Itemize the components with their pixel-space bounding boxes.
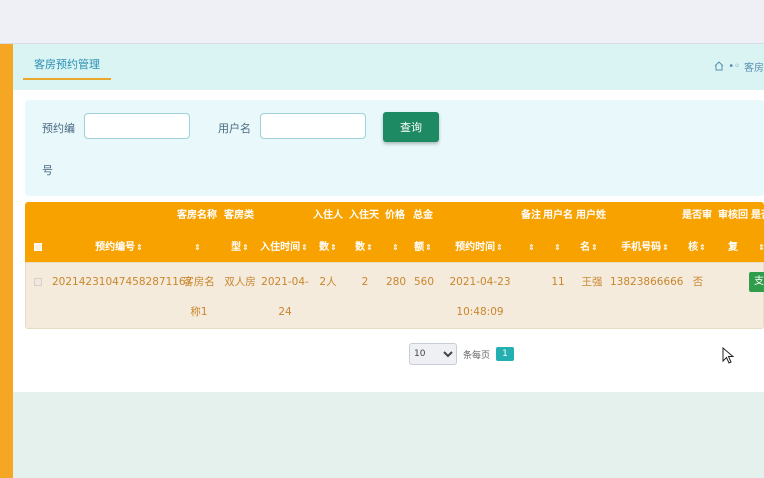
sort-icon[interactable]: ⇕ (755, 242, 764, 254)
col-phone[interactable]: 手机号码⇕ (613, 242, 677, 254)
mouse-cursor-icon (722, 347, 734, 364)
sort-icon[interactable]: ⇕ (551, 242, 563, 254)
row-checkbox[interactable] (34, 278, 42, 286)
col-guests-wrap: 数⇕ (319, 242, 337, 253)
tab-bar: 客房预约管理 •◦ 客房 (13, 44, 764, 90)
booking-table: 预约编号⇕ 客房名称 ⇕ 客房类 型⇕ 入住时间⇕ 入住人 数⇕ 入住天 数⇕ … (25, 202, 764, 329)
col-price[interactable]: 价格 (381, 210, 409, 222)
pagination: 10 条每页 1 (409, 343, 515, 365)
main-panel: 客房预约管理 •◦ 客房 预约编 号 用户名 查询 预约编号⇕ 客房名称 ⇕ 客… (13, 44, 764, 392)
col-username[interactable]: 用户名 (543, 210, 573, 222)
breadcrumb: •◦ 客房 (714, 58, 764, 74)
select-all-checkbox[interactable] (34, 243, 42, 251)
col-surname-wrap: 名⇕ (580, 242, 598, 253)
table-row[interactable]: 202142310474582871167 客房名 称1 双人房 2021-04… (25, 262, 764, 329)
cell-booking-time: 2021-04-23 (449, 276, 511, 288)
booking-no-label-wrap: 号 (42, 164, 53, 177)
col-reviewed[interactable]: 是否审 (679, 210, 715, 222)
search-form: 预约编 号 用户名 查询 (25, 100, 764, 196)
breadcrumb-separator: •◦ (728, 60, 740, 72)
cell-surname: 王强 (581, 276, 603, 288)
table-header: 预约编号⇕ 客房名称 ⇕ 客房类 型⇕ 入住时间⇕ 入住人 数⇕ 入住天 数⇕ … (25, 202, 764, 262)
col-room-type-wrap: 型⇕ (231, 242, 249, 253)
col-review-reply[interactable]: 审核回 (715, 210, 751, 222)
pay-button[interactable]: 支 (749, 272, 764, 292)
left-accent-bar (0, 44, 13, 478)
col-reviewed-wrap: 核⇕ (688, 242, 706, 253)
col-total-wrap: 额⇕ (414, 242, 432, 253)
sort-icon[interactable]: ⇕ (525, 242, 537, 254)
cell-room-type: 双人房 (224, 276, 256, 288)
col-room-name[interactable]: 客房名称 (173, 210, 221, 222)
cell-room-name: 客房名 (183, 276, 215, 288)
username-input[interactable] (260, 113, 366, 139)
col-guests[interactable]: 入住人 (311, 210, 345, 222)
booking-no-input[interactable] (84, 113, 190, 139)
cell-price: 280 (385, 276, 407, 288)
cell-room-name-wrap: 称1 (190, 306, 208, 318)
col-days-wrap: 数⇕ (355, 242, 373, 253)
cell-days: 2 (361, 276, 369, 288)
query-button[interactable]: 查询 (383, 112, 439, 142)
col-room-type[interactable]: 客房类 (221, 210, 257, 222)
sort-icon[interactable]: ⇕ (136, 243, 143, 252)
top-bar (0, 0, 764, 44)
col-remark[interactable]: 备注 (519, 210, 543, 222)
col-booking-no[interactable]: 预约编号⇕ (69, 242, 169, 254)
cell-phone: 13823866666 (610, 276, 684, 288)
home-icon[interactable] (714, 61, 724, 71)
cell-booking-no: 202142310474582871167 (52, 276, 193, 288)
username-label: 用户名 (218, 122, 251, 135)
page-size-select[interactable]: 10 (409, 343, 457, 365)
cell-reviewed: 否 (692, 276, 704, 288)
col-review-reply-wrap: 复 (728, 242, 738, 253)
tab-room-booking[interactable]: 客房预约管理 (23, 54, 111, 80)
cell-checkin-time: 2021-04- (261, 276, 309, 288)
col-surname[interactable]: 用户姓 (573, 210, 609, 222)
cell-total: 560 (413, 276, 435, 288)
page-1-button[interactable]: 1 (496, 347, 515, 361)
sort-icon[interactable]: ⇕ (389, 242, 401, 254)
col-booking-time[interactable]: 预约时间⇕ (443, 242, 515, 254)
booking-no-label: 预约编 (42, 122, 75, 135)
breadcrumb-item[interactable]: 客房 (744, 59, 764, 74)
col-paid[interactable]: 是否 (751, 210, 764, 222)
col-checkin-time[interactable]: 入住时间⇕ (257, 242, 311, 254)
sort-icon[interactable]: ⇕ (191, 242, 203, 254)
col-total[interactable]: 总金 (409, 210, 437, 222)
cell-booking-time-wrap: 10:48:09 (456, 306, 504, 318)
cell-guests: 2人 (319, 276, 337, 288)
page-size-label: 条每页 (463, 350, 491, 361)
cell-checkin-time-wrap: 24 (278, 306, 292, 318)
cell-username: 11 (551, 276, 565, 288)
col-days[interactable]: 入住天 (347, 210, 381, 222)
